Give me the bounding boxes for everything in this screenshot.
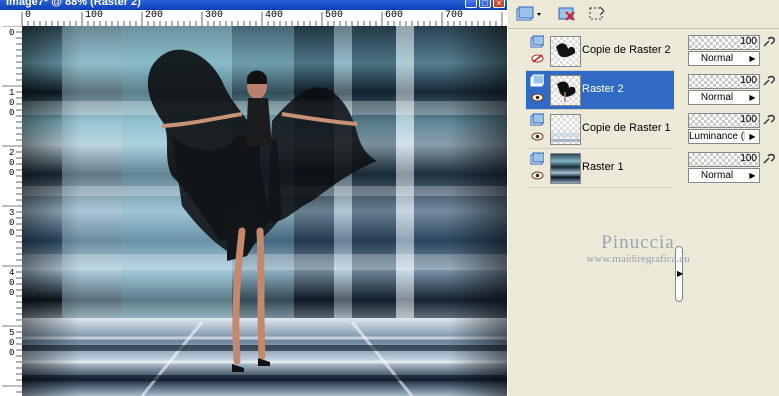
opacity-value: 100 [740, 75, 757, 86]
ruler-label: 200 [9, 148, 15, 178]
layer-properties-icon[interactable] [586, 4, 610, 24]
ruler-label: 100 [9, 88, 15, 118]
layer-thumbnail [550, 75, 581, 106]
ruler-label: 400 [9, 268, 15, 298]
close-button[interactable]: × [493, 0, 505, 8]
ruler-label: 0 [9, 28, 15, 38]
layer-thumbnail [550, 36, 581, 67]
layer-thumbnail [550, 153, 581, 184]
ruler-label: 100 [85, 10, 104, 21]
dropdown-arrow-icon[interactable]: ▶ [747, 53, 758, 64]
maximize-button[interactable]: □ [479, 0, 491, 8]
link-icon[interactable] [762, 74, 776, 88]
watermark-url: www.maidiregrafica.eu [586, 253, 690, 265]
layers-toolbar [508, 0, 779, 29]
dropdown-arrow-icon[interactable]: ▶ [747, 131, 758, 142]
blend-mode-select[interactable]: Normal ▶ [688, 90, 760, 105]
layer-name[interactable]: Raster 1 [582, 161, 624, 173]
opacity-slider[interactable]: 100 [688, 113, 760, 128]
raster-layer-icon [530, 35, 544, 48]
ruler-label: 700 [445, 10, 464, 21]
watermark: Pinuccia www.maidiregrafica.eu [548, 232, 728, 265]
ruler-label: 300 [9, 208, 15, 238]
opacity-value: 100 [740, 153, 757, 164]
opacity-slider[interactable]: 100 [688, 152, 760, 167]
image-title: Image7* @ 88% (Raster 2) [6, 0, 141, 8]
layer-row-raster-1[interactable]: Raster 1 [526, 149, 674, 188]
opacity-value: 100 [740, 36, 757, 47]
layer-properties: 100 Luminance (H)▶ [686, 110, 779, 148]
delete-layer-icon[interactable] [556, 4, 580, 24]
layers-palette: Copie de Raster 2 Raster 2 Copie de Rast… [507, 0, 779, 396]
ruler-label: 200 [145, 10, 164, 21]
layer-name[interactable]: Copie de Raster 1 [582, 122, 671, 134]
blend-mode-value: Normal [700, 170, 734, 181]
image-canvas[interactable] [22, 26, 507, 396]
blend-mode-select[interactable]: Luminance (H)▶ [688, 129, 760, 144]
layer-properties: 100 Normal ▶ [686, 149, 779, 187]
raster-layer-icon [530, 74, 544, 87]
link-icon[interactable] [762, 152, 776, 166]
vertical-ruler: 0 100 200 300 400 500 [0, 26, 23, 396]
link-icon[interactable] [762, 113, 776, 127]
layer-row-copie-raster-1[interactable]: Copie de Raster 1 [526, 110, 674, 149]
visibility-eye-icon[interactable] [531, 93, 544, 102]
layer-name[interactable]: Raster 2 [582, 83, 624, 95]
ruler-label: 0 [25, 10, 32, 21]
layer-properties: 100 Normal ▶ [686, 71, 779, 109]
raster-layer-icon [530, 152, 544, 165]
new-raster-layer-icon[interactable] [514, 4, 544, 24]
dropdown-arrow-icon[interactable]: ▶ [747, 92, 758, 103]
opacity-slider[interactable]: 100 [688, 74, 760, 89]
blend-mode-value: Normal [700, 53, 734, 64]
composition-artwork[interactable] [22, 26, 507, 396]
layer-row-copie-raster-2[interactable]: Copie de Raster 2 [526, 32, 674, 71]
layer-thumbnail [550, 114, 581, 145]
dropdown-arrow-icon[interactable]: ▶ [747, 170, 758, 181]
ruler-label: 500 [9, 328, 15, 358]
ruler-label: 500 [325, 10, 344, 21]
hidden-eye-icon[interactable] [531, 54, 544, 63]
layer-properties: 100 Normal ▶ [686, 32, 779, 70]
image-titlebar[interactable]: Image7* @ 88% (Raster 2) _ □ × [0, 0, 507, 10]
raster-layer-icon [530, 113, 544, 126]
layer-name[interactable]: Copie de Raster 2 [582, 44, 671, 56]
expand-arrow-icon[interactable]: ▶ [677, 269, 683, 278]
blend-mode-select[interactable]: Normal ▶ [688, 168, 760, 183]
opacity-slider[interactable]: 100 [688, 35, 760, 50]
visibility-eye-icon[interactable] [531, 132, 544, 141]
layer-row-raster-2[interactable]: Raster 2 [526, 71, 674, 110]
minimize-button[interactable]: _ [465, 0, 477, 8]
blend-mode-value: Normal [700, 92, 734, 103]
watermark-name: Pinuccia [601, 232, 675, 253]
visibility-eye-icon[interactable] [531, 171, 544, 180]
link-icon[interactable] [762, 35, 776, 49]
opacity-value: 100 [740, 114, 757, 125]
blend-mode-select[interactable]: Normal ▶ [688, 51, 760, 66]
image-window: Image7* @ 88% (Raster 2) _ □ × 0 100 200… [0, 0, 507, 396]
blend-mode-value: Luminance (H) [689, 131, 745, 142]
ruler-label: 400 [265, 10, 284, 21]
horizontal-ruler: 0 100 200 300 400 500 600 700 [0, 10, 507, 27]
ruler-label: 300 [205, 10, 224, 21]
ruler-label: 600 [385, 10, 404, 21]
